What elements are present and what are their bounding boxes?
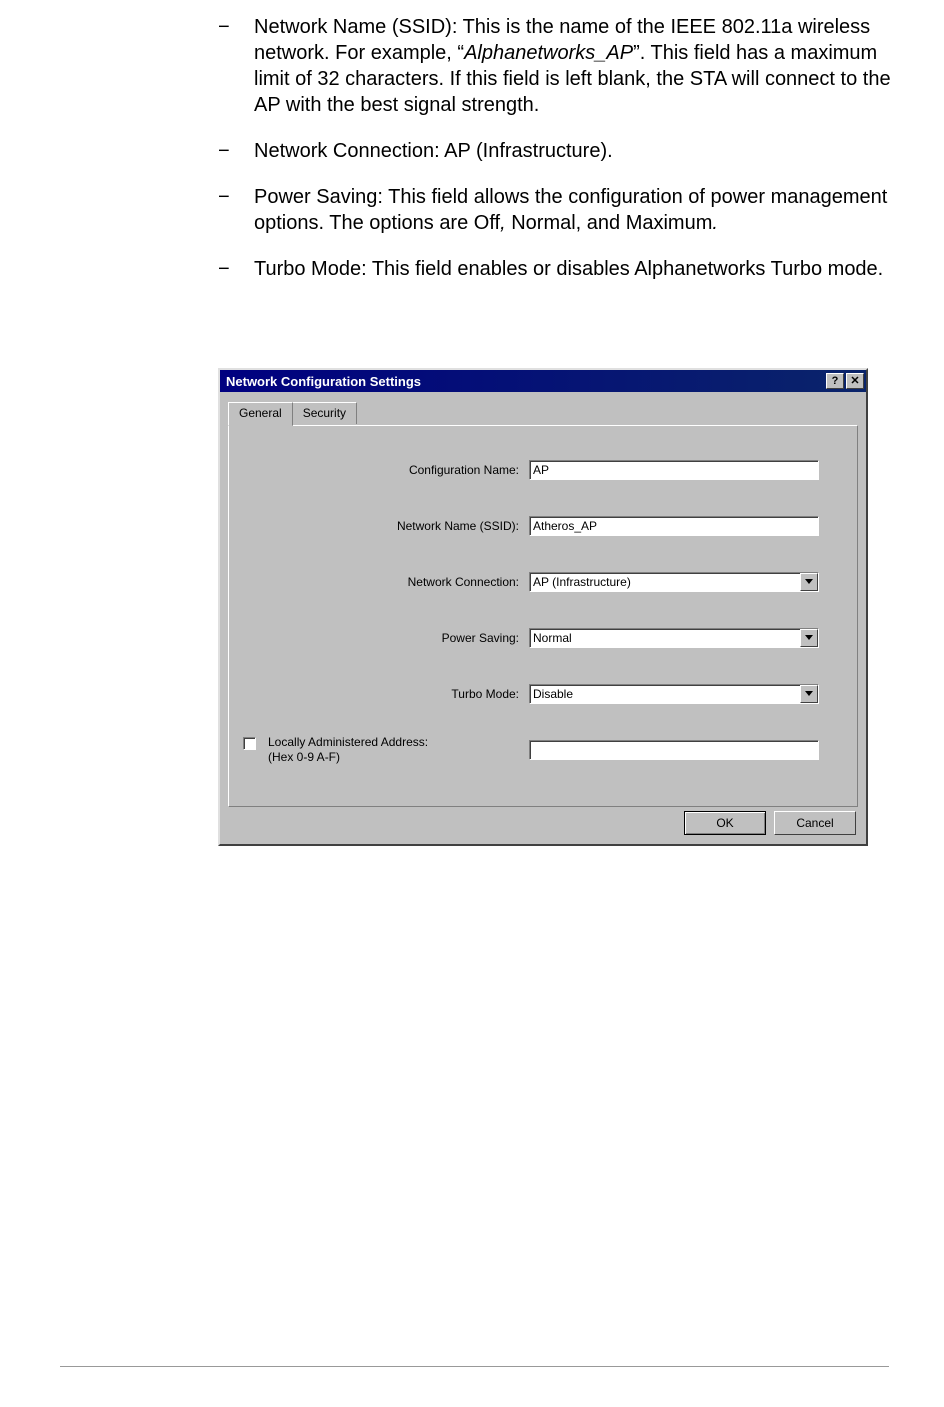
dash-icon: − xyxy=(218,138,230,164)
tab-label: General xyxy=(239,406,282,420)
bullet-item: − Network Connection: AP (Infrastructure… xyxy=(218,138,898,164)
tab-security[interactable]: Security xyxy=(292,402,357,424)
combo-turbo-mode[interactable]: Disable xyxy=(529,684,819,704)
combo-power-saving[interactable]: Normal xyxy=(529,628,819,648)
dash-icon: − xyxy=(218,14,230,40)
dash-icon: − xyxy=(218,256,230,282)
label-power-saving: Power Saving: xyxy=(229,631,529,645)
combo-value: Disable xyxy=(533,687,573,701)
button-label: Cancel xyxy=(796,816,833,830)
label-config-name: Configuration Name: xyxy=(229,463,529,477)
combo-network-connection[interactable]: AP (Infrastructure) xyxy=(529,572,819,592)
button-label: OK xyxy=(716,816,733,830)
footer-rule xyxy=(60,1366,889,1367)
input-ssid[interactable]: Atheros_AP xyxy=(529,516,819,536)
bullet-text: Turbo Mode: This field enables or disabl… xyxy=(254,258,883,280)
input-value: AP xyxy=(533,463,549,477)
bullet-text: Network Connection: AP (Infrastructure). xyxy=(254,140,613,162)
chevron-down-icon xyxy=(805,579,813,585)
input-config-name[interactable]: AP xyxy=(529,460,819,480)
title-buttons: ? ✕ xyxy=(826,373,864,389)
combo-value: Normal xyxy=(533,631,572,645)
bullet-item: − Network Name (SSID): This is the name … xyxy=(218,14,898,118)
dropdown-button[interactable] xyxy=(800,573,818,591)
bullet-item: − Power Saving: This field allows the co… xyxy=(218,184,898,236)
input-local-address[interactable] xyxy=(529,740,819,760)
chevron-down-icon xyxy=(805,635,813,641)
tab-label: Security xyxy=(303,406,346,420)
tab-panel: Configuration Name: AP Network Name (SSI… xyxy=(228,425,858,807)
bullet-list: − Network Name (SSID): This is the name … xyxy=(218,14,898,302)
close-button[interactable]: ✕ xyxy=(846,373,864,389)
help-button[interactable]: ? xyxy=(826,373,844,389)
dash-icon: − xyxy=(218,184,230,210)
window-title: Network Configuration Settings xyxy=(226,374,421,389)
ok-button[interactable]: OK xyxy=(684,811,766,835)
close-icon: ✕ xyxy=(850,376,859,387)
chevron-down-icon xyxy=(805,691,813,697)
tab-general[interactable]: General xyxy=(228,402,293,426)
dropdown-button[interactable] xyxy=(800,685,818,703)
dialog-window: Network Configuration Settings ? ✕ Gener… xyxy=(218,368,868,846)
label-local-address: Locally Administered Address: (Hex 0-9 A… xyxy=(268,735,448,765)
checkbox-local-address[interactable] xyxy=(243,737,256,750)
input-value: Atheros_AP xyxy=(533,519,597,533)
dropdown-button[interactable] xyxy=(800,629,818,647)
cancel-button[interactable]: Cancel xyxy=(774,811,856,835)
label-turbo-mode: Turbo Mode: xyxy=(229,687,529,701)
label-network-connection: Network Connection: xyxy=(229,575,529,589)
combo-value: AP (Infrastructure) xyxy=(533,575,631,589)
tab-strip: General Security Configuration Name: AP N… xyxy=(228,402,858,807)
label-ssid: Network Name (SSID): xyxy=(229,519,529,533)
bullet-text: Network Name (SSID): This is the name of… xyxy=(254,16,891,116)
bullet-item: − Turbo Mode: This field enables or disa… xyxy=(218,256,898,282)
help-icon: ? xyxy=(832,376,839,387)
dialog-buttons: OK Cancel xyxy=(220,807,866,835)
bullet-text: Power Saving: This field allows the conf… xyxy=(254,186,887,234)
title-bar[interactable]: Network Configuration Settings ? ✕ xyxy=(220,370,866,392)
